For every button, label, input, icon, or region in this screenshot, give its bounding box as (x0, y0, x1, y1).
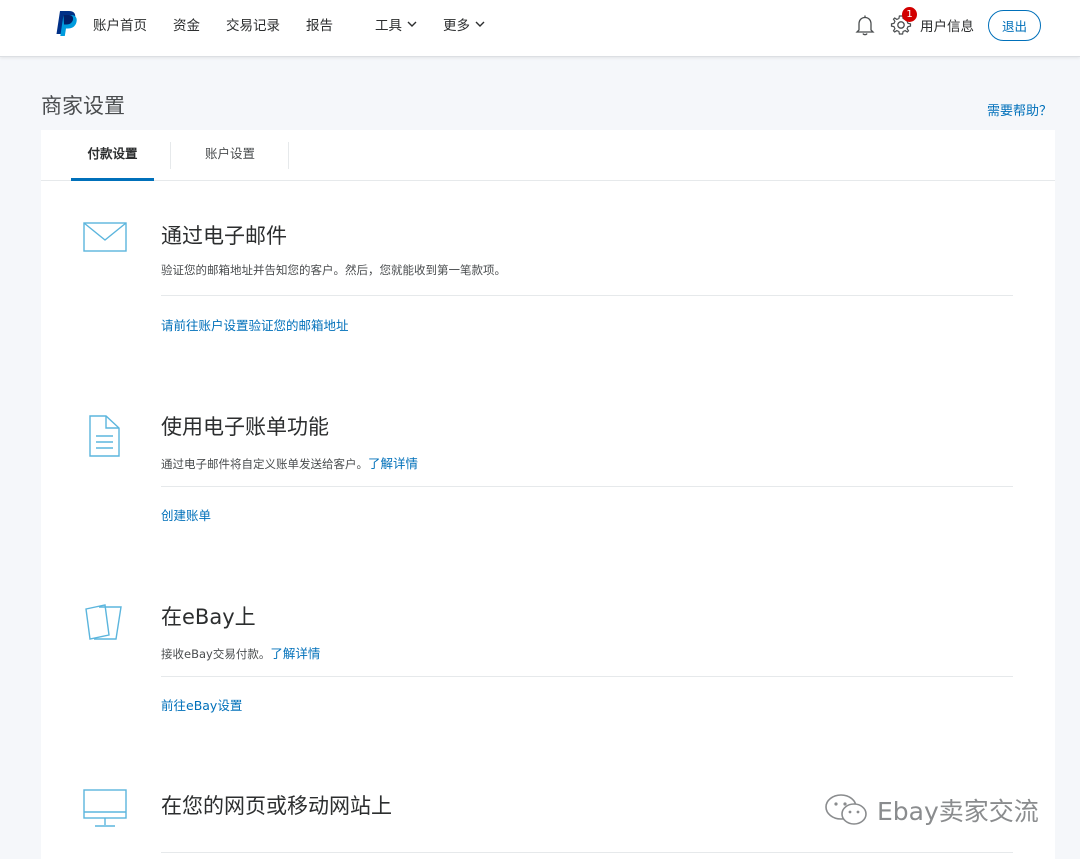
paypal-logo-icon[interactable] (54, 10, 78, 37)
notification-badge: 1 (902, 7, 917, 22)
verify-email-link[interactable]: 请前往账户设置验证您的邮箱地址 (161, 315, 349, 334)
nav-item-more[interactable]: 更多 (443, 14, 485, 34)
learn-more-link[interactable]: 了解详情 (368, 456, 418, 471)
nav-item-funds[interactable]: 资金 (173, 14, 200, 34)
section-title: 在您的网页或移动网站上 (161, 794, 392, 818)
user-info-link[interactable]: 用户信息 (920, 15, 974, 35)
page-title: 商家设置 (41, 94, 125, 118)
tab-payment-settings[interactable]: 付款设置 (71, 130, 154, 181)
nav-item-account-home[interactable]: 账户首页 (93, 14, 147, 34)
nav-item-tools[interactable]: 工具 (375, 14, 417, 34)
watermark-text: Ebay卖家交流 (877, 797, 1039, 826)
section-divider (161, 295, 1013, 296)
nav-label: 交易记录 (226, 17, 280, 34)
help-link[interactable]: 需要帮助？ (987, 100, 1052, 119)
section-title: 通过电子邮件 (161, 224, 287, 248)
section-title: 在eBay上 (161, 605, 256, 629)
description-text: 接收eBay交易付款。 (161, 647, 271, 661)
nav-item-transactions[interactable]: 交易记录 (226, 14, 280, 34)
section-ebay: 在eBay上 接收eBay交易付款。了解详情 前往eBay设置 (41, 561, 1055, 741)
tab-divider (288, 142, 289, 169)
description-text: 通过电子邮件将自定义账单发送给客户。 (161, 457, 368, 471)
chevron-down-icon (475, 21, 485, 27)
section-description: 验证您的邮箱地址并告知您的客户。然后，您就能收到第一笔款项。 (161, 262, 506, 278)
section-divider (161, 852, 1013, 853)
nav-item-reports[interactable]: 报告 (306, 14, 333, 34)
logout-button[interactable]: 退出 (988, 10, 1041, 41)
nav-label: 账户首页 (93, 17, 147, 34)
document-icon (89, 415, 120, 457)
learn-more-link[interactable]: 了解详情 (270, 646, 320, 661)
description-text: 验证您的邮箱地址并告知您的客户。然后，您就能收到第一笔款项。 (161, 263, 506, 277)
section-title: 使用电子账单功能 (161, 415, 329, 439)
bell-icon[interactable] (855, 14, 875, 36)
top-navigation-bar: 账户首页 资金 交易记录 报告 工具 更多 1 用户信息 退出 (0, 0, 1080, 57)
create-invoice-link[interactable]: 创建账单 (161, 505, 211, 524)
settings-card: 付款设置 账户设置 通过电子邮件 验证您的邮箱地址并告知您的客户。然后，您就能收… (41, 130, 1055, 859)
chevron-down-icon (407, 21, 417, 27)
nav-label: 资金 (173, 17, 200, 34)
wechat-icon (825, 794, 867, 825)
nav-label: 报告 (306, 17, 333, 34)
cards-icon (85, 604, 122, 640)
main-nav: 账户首页 资金 交易记录 报告 工具 更多 (93, 0, 511, 47)
nav-label: 工具 (375, 17, 402, 34)
section-divider (161, 486, 1013, 487)
section-description: 接收eBay交易付款。了解详情 (161, 643, 320, 662)
watermark: Ebay卖家交流 (823, 790, 1039, 830)
section-invoicing: 使用电子账单功能 通过电子邮件将自定义账单发送给客户。了解详情 创建账单 (41, 371, 1055, 551)
tab-account-settings[interactable]: 账户设置 (188, 130, 272, 181)
monitor-icon (83, 789, 127, 827)
section-divider (161, 676, 1013, 677)
settings-tabs: 付款设置 账户设置 (41, 130, 1055, 181)
envelope-icon (83, 222, 127, 252)
tab-divider (170, 142, 171, 169)
section-description: 通过电子邮件将自定义账单发送给客户。了解详情 (161, 453, 418, 472)
ebay-settings-link[interactable]: 前往eBay设置 (161, 695, 242, 714)
section-email: 通过电子邮件 验证您的邮箱地址并告知您的客户。然后，您就能收到第一笔款项。 请前… (41, 181, 1055, 361)
nav-label: 更多 (443, 17, 470, 34)
